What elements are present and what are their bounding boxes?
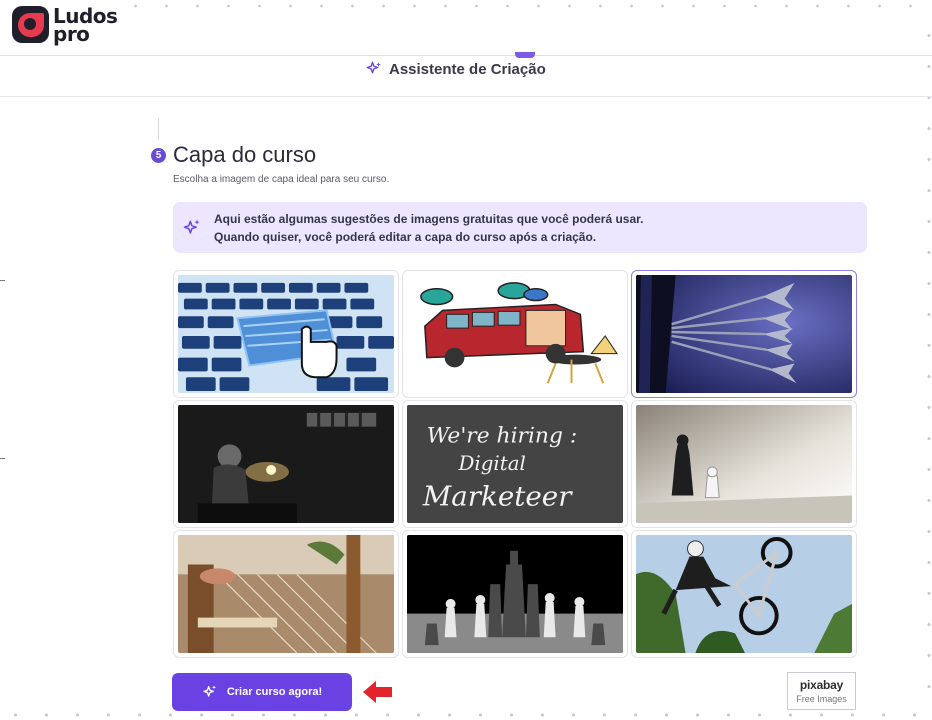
section-title: Capa do curso xyxy=(173,142,317,167)
step-connector-line xyxy=(158,118,159,140)
image-option-vintage-van[interactable] xyxy=(402,270,628,398)
chalkboard-hiring-image: We're hiring : Digital Marketeer xyxy=(407,405,623,523)
image-grid: We're hiring : Digital Marketeer xyxy=(173,270,859,658)
step-badge: 5 xyxy=(151,148,166,163)
image-option-keyboard-cart[interactable] xyxy=(173,270,399,398)
page: Ludos pro Assistente de Criação 5 Capa d… xyxy=(0,0,932,720)
chalkboard-line1: We're hiring : xyxy=(427,423,577,448)
section-subtitle: Escolha a imagem de capa ideal para seu … xyxy=(173,174,390,185)
info-text-line2: Quando quiser, você poderá editar a capa… xyxy=(214,229,597,244)
left-tick xyxy=(0,458,5,459)
logo-mark-icon xyxy=(12,6,49,43)
pixabay-brand: pixabay xyxy=(799,678,844,692)
image-option-chess-pieces-pair[interactable] xyxy=(631,400,857,528)
header-divider xyxy=(0,55,932,56)
info-text: Aqui estão algumas sugestões de imagens … xyxy=(214,210,643,246)
image-option-chess-board-bw[interactable] xyxy=(402,530,628,658)
info-box: Aqui estão algumas sugestões de imagens … xyxy=(173,202,867,253)
decorative-dots-right xyxy=(926,20,932,710)
sparkle-icon xyxy=(366,61,381,74)
assistant-tab[interactable]: Assistente de Criação xyxy=(365,52,546,78)
image-option-dark-workshop[interactable] xyxy=(173,400,399,528)
subheader-divider xyxy=(0,96,932,97)
decorative-dots-top xyxy=(120,4,932,8)
image-option-darts-target[interactable] xyxy=(631,270,857,398)
decorative-dots-bottom xyxy=(0,712,932,718)
keyboard-cart-image xyxy=(178,275,394,393)
image-option-chalkboard-hiring[interactable]: We're hiring : Digital Marketeer xyxy=(402,400,628,528)
info-text-line1: Aqui estão algumas sugestões de imagens … xyxy=(214,211,644,226)
image-option-weaving-loom[interactable] xyxy=(173,530,399,658)
bmx-rider-image xyxy=(636,535,852,653)
sparkle-icon xyxy=(203,685,216,697)
dark-workshop-image xyxy=(178,405,394,523)
create-course-button[interactable]: Criar curso agora! xyxy=(172,673,352,711)
chalkboard-line3: Marketeer xyxy=(422,479,573,512)
chess-pieces-pair-image xyxy=(636,405,852,523)
left-tick xyxy=(0,280,5,281)
tab-indicator xyxy=(515,52,535,58)
pixabay-attribution[interactable]: pixabay Free Images xyxy=(787,672,856,710)
image-option-bmx-rider[interactable] xyxy=(631,530,857,658)
ludos-pro-logo[interactable]: Ludos pro xyxy=(12,6,118,44)
pixabay-sub: Free Images xyxy=(796,694,847,704)
red-arrow-icon xyxy=(363,681,392,703)
darts-target-image xyxy=(636,275,852,393)
create-course-button-label: Criar curso agora! xyxy=(226,686,323,698)
logo-text: Ludos pro xyxy=(53,6,118,44)
vintage-van-image xyxy=(407,275,623,393)
chess-board-bw-image xyxy=(407,535,623,653)
weaving-loom-image xyxy=(178,535,394,653)
assistant-tab-label: Assistente de Criação xyxy=(389,60,546,78)
chalkboard-line2: Digital xyxy=(458,452,526,475)
sparkle-icon xyxy=(181,217,203,239)
